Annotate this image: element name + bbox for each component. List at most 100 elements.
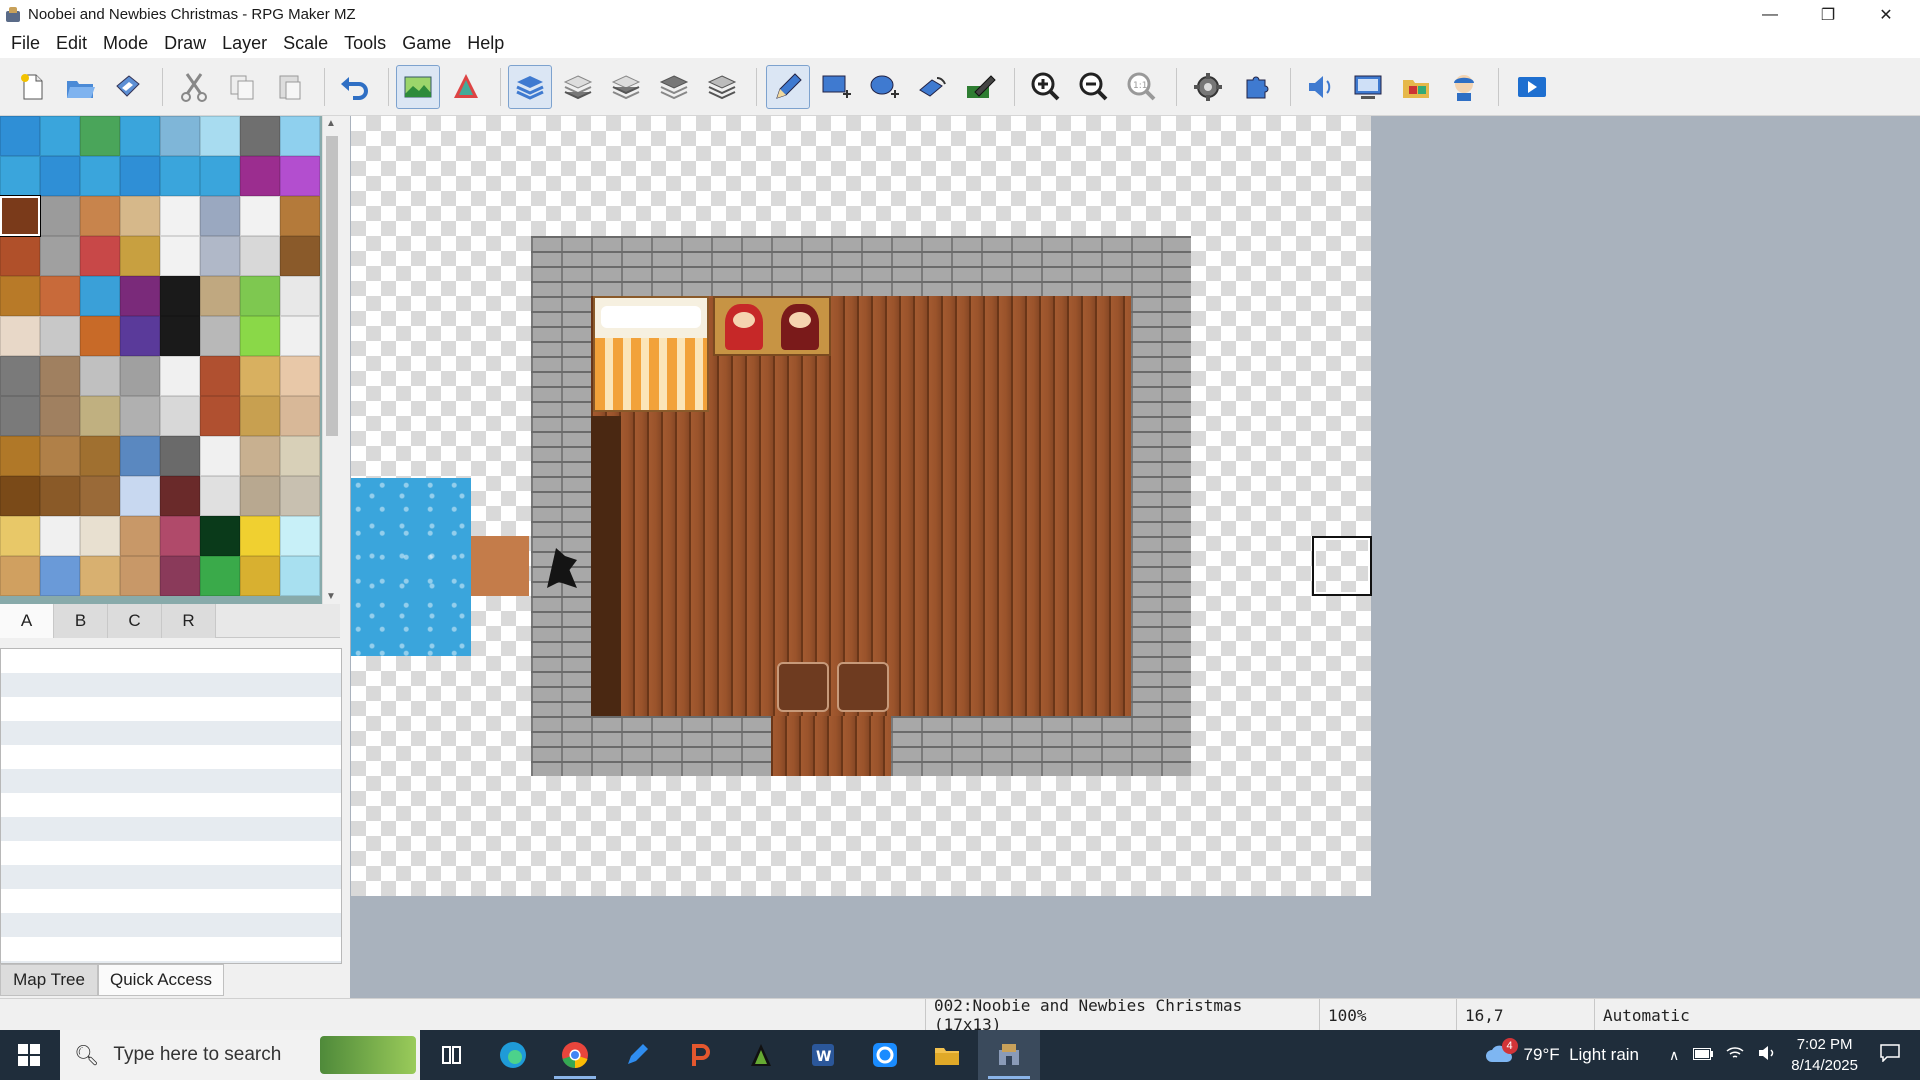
taskbar-search-box[interactable]: 🔍︎ Type here to search <box>60 1030 420 1080</box>
taskbar-pen-app[interactable] <box>606 1030 668 1080</box>
taskbar-edge[interactable] <box>482 1030 544 1080</box>
scroll-down-icon[interactable]: ▼ <box>326 591 336 602</box>
open-project-button[interactable] <box>58 65 102 109</box>
layer-2-button[interactable] <box>604 65 648 109</box>
menu-scale[interactable]: Scale <box>276 33 335 54</box>
plugin-manager-button[interactable] <box>1234 65 1278 109</box>
map-editor-area[interactable] <box>350 116 1920 998</box>
palette-tile[interactable] <box>120 156 160 196</box>
tileset-tab-r[interactable]: R <box>162 604 216 638</box>
palette-tile[interactable] <box>280 156 320 196</box>
list-row[interactable] <box>1 841 341 865</box>
palette-tile[interactable] <box>280 236 320 276</box>
taskbar-rpg-maker[interactable] <box>978 1030 1040 1080</box>
palette-tile[interactable] <box>200 116 240 156</box>
palette-tile[interactable] <box>80 356 120 396</box>
palette-tile[interactable] <box>120 116 160 156</box>
palette-tile[interactable] <box>40 276 80 316</box>
list-row[interactable] <box>1 649 341 673</box>
list-row[interactable] <box>1 913 341 937</box>
palette-tile[interactable] <box>40 436 80 476</box>
palette-tile[interactable] <box>280 556 320 596</box>
palette-tile[interactable] <box>280 356 320 396</box>
tab-map-tree[interactable]: Map Tree <box>0 964 98 996</box>
list-row[interactable] <box>1 865 341 889</box>
palette-tile[interactable] <box>40 196 80 236</box>
list-row[interactable] <box>1 745 341 769</box>
list-row[interactable] <box>1 793 341 817</box>
palette-tile[interactable] <box>40 356 80 396</box>
fill-button[interactable] <box>910 65 954 109</box>
palette-tile[interactable] <box>120 276 160 316</box>
palette-tile[interactable] <box>160 516 200 556</box>
map-canvas[interactable] <box>351 116 1372 896</box>
zoom-in-button[interactable] <box>1024 65 1068 109</box>
palette-tile[interactable] <box>120 316 160 356</box>
palette-tile[interactable] <box>0 436 40 476</box>
wifi-icon[interactable] <box>1725 1045 1745 1066</box>
task-view-button[interactable] <box>420 1030 482 1080</box>
palette-tile[interactable] <box>40 516 80 556</box>
palette-tile[interactable] <box>200 396 240 436</box>
event-searcher-button[interactable] <box>1346 65 1390 109</box>
paste-button[interactable] <box>268 65 312 109</box>
taskbar-messenger[interactable] <box>854 1030 916 1080</box>
menu-draw[interactable]: Draw <box>157 33 213 54</box>
palette-tile[interactable] <box>240 356 280 396</box>
palette-tile[interactable] <box>200 276 240 316</box>
stool-left[interactable] <box>777 662 829 712</box>
palette-tile[interactable] <box>80 316 120 356</box>
menu-layer[interactable]: Layer <box>215 33 274 54</box>
palette-tile[interactable] <box>80 556 120 596</box>
ellipse-button[interactable] <box>862 65 906 109</box>
sound-test-button[interactable] <box>1298 65 1342 109</box>
list-row[interactable] <box>1 721 341 745</box>
palette-tile[interactable] <box>0 556 40 596</box>
tileset-tab-c[interactable]: C <box>108 604 162 638</box>
palette-tile[interactable] <box>80 276 120 316</box>
palette-tile[interactable] <box>80 116 120 156</box>
battery-icon[interactable] <box>1693 1045 1714 1065</box>
palette-tile[interactable] <box>120 516 160 556</box>
palette-tile[interactable] <box>200 436 240 476</box>
npc-characters-sprite[interactable] <box>713 296 831 356</box>
palette-tile[interactable] <box>160 236 200 276</box>
event-mode-button[interactable] <box>444 65 488 109</box>
palette-tile[interactable] <box>240 516 280 556</box>
bed-sprite[interactable] <box>593 296 709 412</box>
palette-tile[interactable] <box>120 236 160 276</box>
palette-tile[interactable] <box>40 116 80 156</box>
palette-tile[interactable] <box>160 196 200 236</box>
menu-game[interactable]: Game <box>395 33 458 54</box>
palette-tile[interactable] <box>200 356 240 396</box>
notifications-icon[interactable] <box>1880 1043 1900 1067</box>
palette-tile[interactable] <box>120 396 160 436</box>
palette-tile[interactable] <box>40 156 80 196</box>
palette-tile[interactable] <box>200 516 240 556</box>
layer-3-button[interactable] <box>652 65 696 109</box>
palette-tile[interactable] <box>0 476 40 516</box>
menu-edit[interactable]: Edit <box>49 33 94 54</box>
palette-tile[interactable] <box>0 396 40 436</box>
taskbar-word[interactable]: W <box>792 1030 854 1080</box>
layer-1-button[interactable] <box>556 65 600 109</box>
palette-tile[interactable] <box>280 436 320 476</box>
map-mode-button[interactable] <box>396 65 440 109</box>
palette-tile[interactable] <box>120 556 160 596</box>
database-button[interactable] <box>1186 65 1230 109</box>
palette-tile[interactable] <box>280 196 320 236</box>
layer-auto-button[interactable] <box>508 65 552 109</box>
palette-tile[interactable] <box>40 316 80 356</box>
copy-button[interactable] <box>220 65 264 109</box>
palette-tile[interactable] <box>80 436 120 476</box>
palette-tile[interactable] <box>280 476 320 516</box>
taskbar-aseprite[interactable] <box>730 1030 792 1080</box>
palette-tile[interactable] <box>200 236 240 276</box>
palette-tile[interactable] <box>80 476 120 516</box>
palette-tile[interactable] <box>240 236 280 276</box>
palette-tile[interactable] <box>240 316 280 356</box>
tileset-palette[interactable] <box>0 116 322 604</box>
minimize-button[interactable]: — <box>1741 0 1799 29</box>
taskbar-paint-app[interactable] <box>668 1030 730 1080</box>
palette-tile[interactable] <box>160 396 200 436</box>
